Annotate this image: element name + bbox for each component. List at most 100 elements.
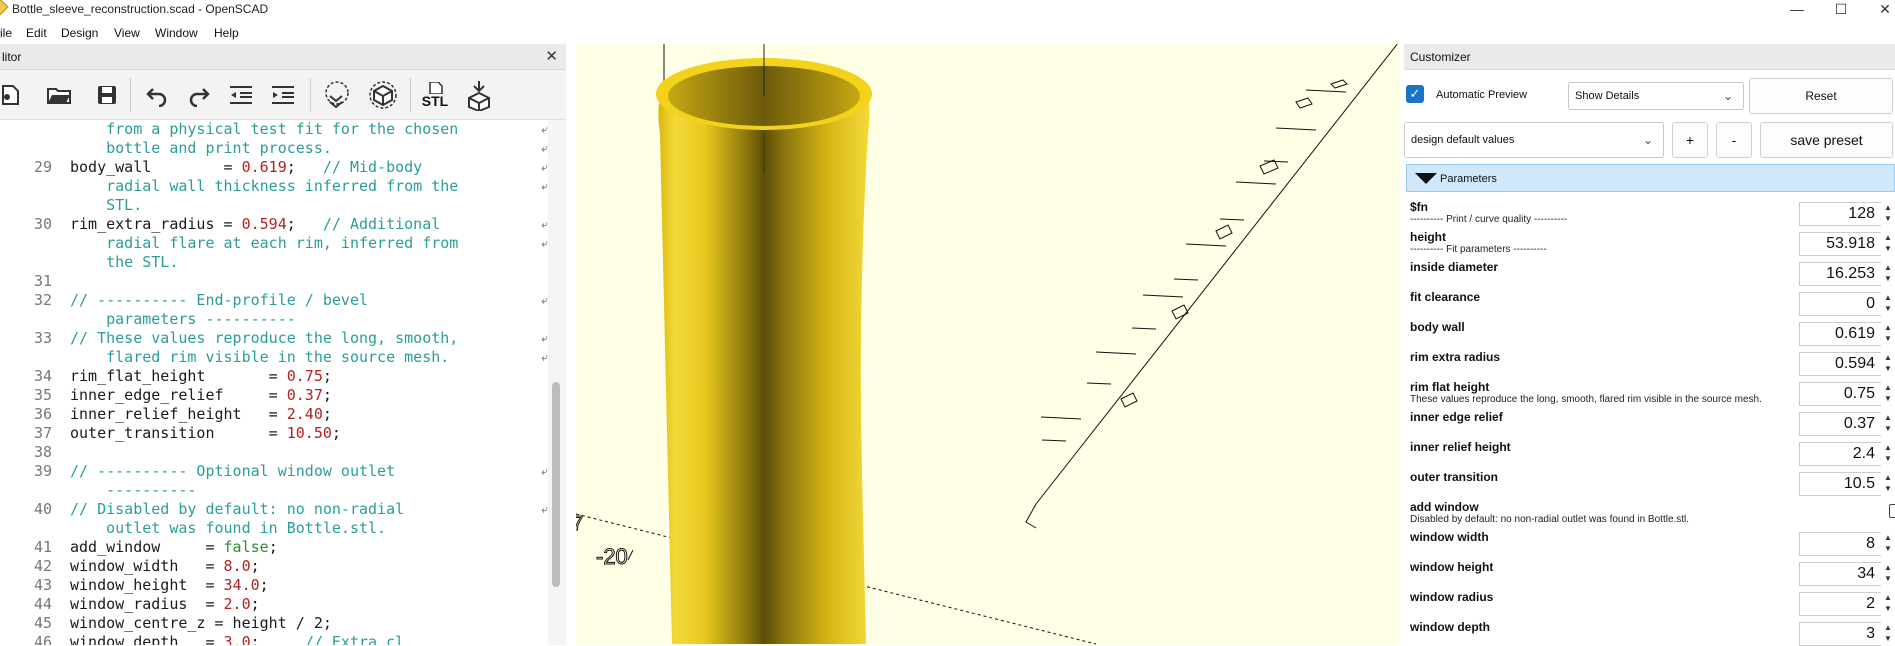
code-line[interactable]: 29 body_wall = 0.619; // Mid-body ⤶ <box>0 158 548 177</box>
maximize-button[interactable]: ☐ <box>1826 0 1856 20</box>
code-line[interactable]: radial flare at each rim, inferred from ⤶ <box>0 234 548 253</box>
code-line[interactable]: bottle and print process. ⤶ <box>0 139 548 158</box>
menu-file[interactable]: ile <box>0 26 12 40</box>
param-value-input[interactable]: 8 <box>1799 532 1881 556</box>
preview-icon[interactable] <box>320 78 354 112</box>
spinbox-arrows-icon[interactable]: ▲ ▼ <box>1881 442 1895 466</box>
automatic-preview-checkbox[interactable]: ✓ <box>1406 85 1424 103</box>
add-window-checkbox[interactable] <box>1889 504 1895 518</box>
code-line[interactable]: 41 add_window = false; <box>0 538 548 557</box>
param-value-input[interactable]: 34 <box>1799 562 1881 586</box>
param-value-input[interactable]: 10.5 <box>1799 472 1881 496</box>
param-value-input[interactable]: 0 <box>1799 292 1881 316</box>
code-text: window_depth = 3.0; // Extra cl <box>70 633 404 645</box>
code-line[interactable]: from a physical test fit for the chosen ⤶ <box>0 120 548 139</box>
reset-button[interactable]: Reset <box>1749 78 1893 114</box>
code-line[interactable]: the STL. <box>0 253 548 272</box>
scrollbar-thumb[interactable] <box>552 382 560 587</box>
code-token: ; <box>286 158 323 176</box>
menu-edit[interactable]: Edit <box>26 26 47 40</box>
spinbox-arrows-icon[interactable]: ▲ ▼ <box>1881 322 1895 346</box>
param-value-input[interactable]: 128 <box>1799 202 1881 226</box>
code-line[interactable]: radial wall thickness inferred from the ⤶ <box>0 177 548 196</box>
save-preset-button[interactable]: save preset <box>1760 122 1893 158</box>
menu-window[interactable]: Window <box>155 26 198 40</box>
code-line[interactable]: parameters ---------- <box>0 310 548 329</box>
code-line[interactable]: 36 inner_relief_height = 2.40; <box>0 405 548 424</box>
3d-viewport[interactable]: -20 7 z <box>576 44 1400 645</box>
toolbar-separator <box>410 78 411 112</box>
code-line[interactable]: 40 // Disabled by default: no non-radial ⤶ <box>0 500 548 519</box>
spinbox-arrows-icon[interactable]: ▲ ▼ <box>1881 562 1895 586</box>
param-value-input[interactable]: 3 <box>1799 622 1881 646</box>
spinbox-arrows-icon[interactable]: ▲ ▼ <box>1881 292 1895 316</box>
render-icon[interactable] <box>366 78 400 112</box>
spinbox-arrows-icon[interactable]: ▲ ▼ <box>1881 412 1895 436</box>
spinbox-arrows-icon[interactable]: ▲ ▼ <box>1881 232 1895 256</box>
code-line[interactable]: STL. <box>0 196 548 215</box>
code-line[interactable]: 33 // These values reproduce the long, sm… <box>0 329 548 348</box>
save-icon[interactable] <box>90 78 124 112</box>
param-value-input[interactable]: 53.918 <box>1799 232 1881 256</box>
code-line[interactable]: 37 outer_transition = 10.50; <box>0 424 548 443</box>
code-line[interactable]: 31 <box>0 272 548 291</box>
code-line[interactable]: 30 rim_extra_radius = 0.594; // Additiona… <box>0 215 548 234</box>
parameters-section-header[interactable]: Parameters <box>1406 164 1895 192</box>
code-line[interactable]: 34 rim_flat_height = 0.75; <box>0 367 548 386</box>
menu-view[interactable]: View <box>114 26 140 40</box>
preset-select[interactable]: design default values ⌄ <box>1404 122 1664 158</box>
editor-scrollbar[interactable] <box>548 120 566 645</box>
line-number: 35 <box>33 386 52 404</box>
new-icon[interactable] <box>0 78 28 112</box>
param-value-input[interactable]: 16.253 <box>1799 262 1881 286</box>
code-line[interactable]: 46 window_depth = 3.0; // Extra cl <box>0 633 548 645</box>
export-stl-icon[interactable]: STL <box>418 78 452 112</box>
code-line[interactable]: outlet was found in Bottle.stl. <box>0 519 548 538</box>
minimize-button[interactable]: — <box>1782 0 1812 20</box>
code-token: // ---------- Optional window outlet <box>70 462 396 480</box>
spinbox-arrows-icon[interactable]: ▲ ▼ <box>1881 202 1895 226</box>
unindent-icon[interactable] <box>224 78 258 112</box>
spinbox-arrows-icon[interactable]: ▲ ▼ <box>1881 472 1895 496</box>
code-line[interactable]: flared rim visible in the source mesh. ⤶ <box>0 348 548 367</box>
code-text: // These values reproduce the long, smoo… <box>70 329 458 348</box>
code-editor[interactable]: from a physical test fit for the chosen ⤶… <box>0 120 548 645</box>
code-token: // ---------- End-profile / bevel <box>70 291 369 309</box>
param-value-input[interactable]: 0.619 <box>1799 322 1881 346</box>
remove-preset-button[interactable]: - <box>1716 122 1752 158</box>
editor-close-button[interactable]: ✕ <box>545 47 558 65</box>
indent-icon[interactable] <box>266 78 300 112</box>
spinbox-arrows-icon[interactable]: ▲ ▼ <box>1881 532 1895 556</box>
param-value-input[interactable]: 0.37 <box>1799 412 1881 436</box>
add-preset-button[interactable]: + <box>1672 122 1708 158</box>
spinbox-arrows-icon[interactable]: ▲ ▼ <box>1881 262 1895 286</box>
spinbox-arrows-icon[interactable]: ▲ ▼ <box>1881 622 1895 646</box>
param-value-input[interactable]: 2.4 <box>1799 442 1881 466</box>
param-name: body wall <box>1410 320 1465 334</box>
code-token: ; <box>322 386 332 404</box>
param-value-input[interactable]: 0.75 <box>1799 382 1881 406</box>
undo-icon[interactable] <box>140 78 174 112</box>
menu-help[interactable]: Help <box>214 26 239 40</box>
send-to-print-icon[interactable] <box>462 78 496 112</box>
code-line[interactable]: 45 window_centre_z = height / 2; <box>0 614 548 633</box>
redo-icon[interactable] <box>182 78 216 112</box>
word-wrap-icon: ⤶ <box>541 217 548 231</box>
param-value-input[interactable]: 2 <box>1799 592 1881 616</box>
code-line[interactable]: 44 window_radius = 2.0; <box>0 595 548 614</box>
code-line[interactable]: ---------- <box>0 481 548 500</box>
close-button[interactable]: ✕ <box>1870 0 1895 20</box>
code-line[interactable]: 35 inner_edge_relief = 0.37; <box>0 386 548 405</box>
code-line[interactable]: 32 // ---------- End-profile / bevel ⤶ <box>0 291 548 310</box>
code-line[interactable]: 39 // ---------- Optional window outlet ⤶ <box>0 462 548 481</box>
spinbox-arrows-icon[interactable]: ▲ ▼ <box>1881 382 1895 406</box>
code-line[interactable]: 43 window_height = 34.0; <box>0 576 548 595</box>
spinbox-arrows-icon[interactable]: ▲ ▼ <box>1881 592 1895 616</box>
code-line[interactable]: 42 window_width = 8.0; <box>0 557 548 576</box>
code-line[interactable]: 38 <box>0 443 548 462</box>
details-select[interactable]: Show Details ⌄ <box>1568 82 1744 110</box>
spinbox-arrows-icon[interactable]: ▲ ▼ <box>1881 352 1895 376</box>
menu-design[interactable]: Design <box>61 26 98 40</box>
open-icon[interactable] <box>42 78 76 112</box>
param-value-input[interactable]: 0.594 <box>1799 352 1881 376</box>
